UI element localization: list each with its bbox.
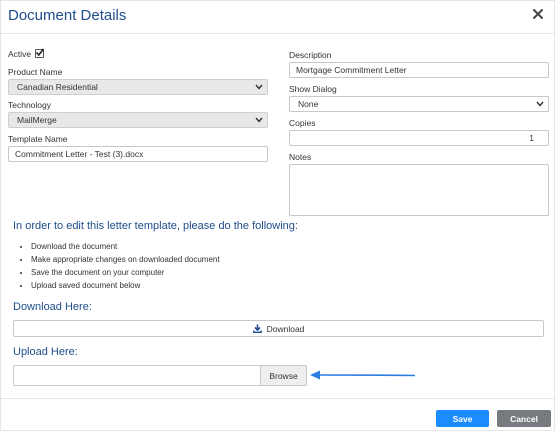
check-icon [35,48,44,57]
technology-label: Technology [8,100,52,110]
technology-value: MailMerge [17,115,57,125]
instructions-list: Download the document Make appropriate c… [31,240,220,292]
document-details-dialog: Document Details Active Product Name Can… [0,0,555,431]
show-dialog-select[interactable]: None [289,96,549,112]
template-name-value: Commitment Letter - Test (3).docx [15,149,144,159]
footer-divider [1,398,554,399]
list-item: Download the document [31,240,220,253]
copies-input[interactable]: 1 [289,130,549,146]
download-button-label: Download [266,323,305,334]
description-value: Mortgage Commitment Letter [296,65,407,75]
list-item: Make appropriate changes on downloaded d… [31,253,220,266]
chevron-down-icon [255,117,263,123]
list-item: Save the document on your computer [31,266,220,279]
close-icon[interactable] [532,8,544,20]
chevron-down-icon [255,84,263,90]
active-label: Active [8,49,32,59]
technology-select[interactable]: MailMerge [8,112,268,128]
description-label: Description [289,50,332,60]
chevron-down-icon [536,101,544,107]
instructions-heading: In order to edit this letter template, p… [13,220,298,232]
copies-value: 1 [529,133,534,143]
pointer-arrow-icon [310,370,416,380]
template-name-input[interactable]: Commitment Letter - Test (3).docx [8,146,268,162]
template-name-label: Template Name [8,134,68,144]
product-name-value: Canadian Residential [17,82,98,92]
active-checkbox[interactable] [35,48,44,58]
download-button[interactable]: Download [13,320,544,337]
download-heading: Download Here: [13,301,92,313]
save-button[interactable]: Save [436,410,489,427]
dialog-header: Document Details [1,1,554,34]
cancel-button[interactable]: Cancel [497,410,551,427]
show-dialog-label: Show Dialog [289,84,337,94]
product-name-label: Product Name [8,67,63,77]
browse-button[interactable]: Browse [260,365,307,386]
upload-file-input[interactable] [13,365,260,386]
upload-heading: Upload Here: [13,346,78,358]
show-dialog-value: None [298,99,319,109]
notes-label: Notes [289,152,312,162]
notes-textarea[interactable] [289,164,549,216]
download-icon [252,324,262,333]
dialog-title: Document Details [8,7,127,24]
list-item: Upload saved document below [31,279,220,292]
product-name-select[interactable]: Canadian Residential [8,79,268,95]
copies-label: Copies [289,118,316,128]
description-input[interactable]: Mortgage Commitment Letter [289,62,549,78]
